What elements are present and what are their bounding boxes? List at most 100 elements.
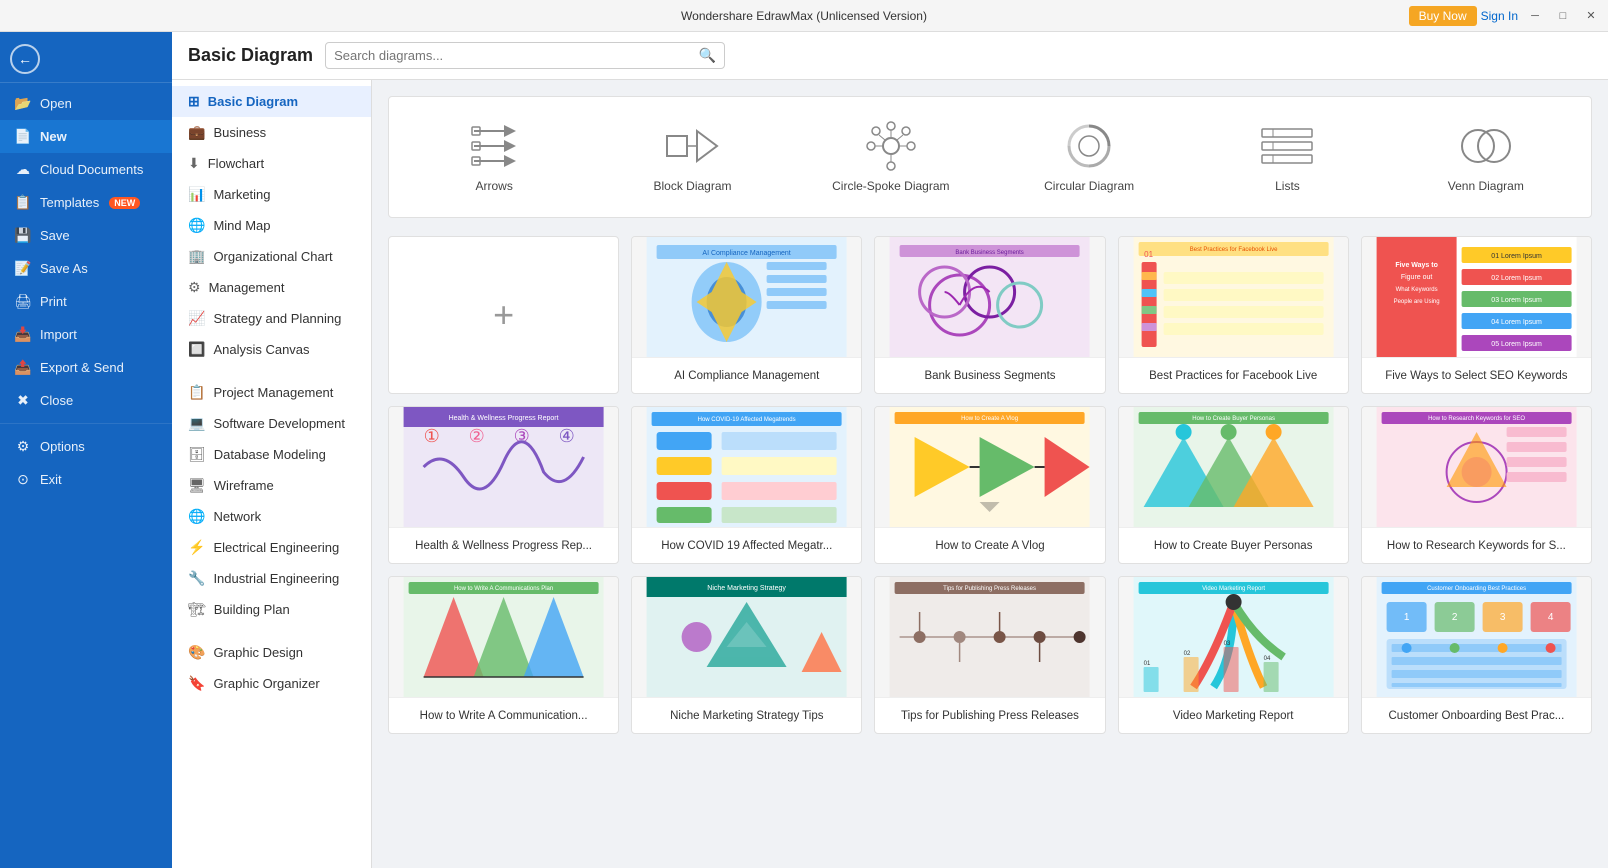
organizer-icon: 🔖 — [188, 675, 205, 692]
icon-card-circular[interactable]: Circular Diagram — [996, 113, 1182, 201]
seo-keywords-label: Five Ways to Select SEO Keywords — [1362, 357, 1591, 393]
add-icon: + — [493, 294, 514, 336]
template-niche-marketing[interactable]: Niche Marketing Strategy Niche Marketing… — [631, 576, 862, 734]
options-icon: ⚙ — [14, 438, 32, 455]
subnav-projectmgmt[interactable]: 📋 Project Management — [172, 377, 371, 408]
subnav-network[interactable]: 🌐 Network — [172, 501, 371, 532]
subnav-analysis[interactable]: 🔲 Analysis Canvas — [172, 334, 371, 365]
communication-plan-preview: How to Write A Communications Plan — [389, 577, 618, 697]
content-area: Basic Diagram 🔍 ⊞ Basic Diagram 💼 Busine… — [172, 32, 1608, 868]
niche-marketing-label: Niche Marketing Strategy Tips — [632, 697, 861, 733]
flowchart-icon: ⬇ — [188, 155, 200, 172]
sidebar-item-new[interactable]: 📄 New — [0, 120, 172, 153]
icon-card-lists[interactable]: Lists — [1194, 113, 1380, 201]
sidebar: ← 📂 Open 📄 New ☁ Cloud Documents 📋 Templ… — [0, 32, 172, 868]
sidebar-item-export[interactable]: 📤 Export & Send — [0, 351, 172, 384]
subnav-strategy[interactable]: 📈 Strategy and Planning — [172, 303, 371, 334]
template-fb-live[interactable]: Best Practices for Facebook Live 01 — [1118, 236, 1349, 394]
icon-card-arrows[interactable]: Arrows — [401, 113, 587, 201]
icon-card-venn[interactable]: Venn Diagram — [1393, 113, 1579, 201]
subnav-industrial[interactable]: 🔧 Industrial Engineering — [172, 563, 371, 594]
close-sidebar-icon: ✖ — [14, 392, 32, 409]
icon-card-block[interactable]: Block Diagram — [599, 113, 785, 201]
subnav-orgchart[interactable]: 🏢 Organizational Chart — [172, 241, 371, 272]
ai-compliance-label: AI Compliance Management — [632, 357, 861, 393]
icon-card-circle-spoke[interactable]: Circle-Spoke Diagram — [798, 113, 984, 201]
svg-text:01: 01 — [1143, 661, 1150, 667]
maximize-button[interactable]: □ — [1550, 3, 1576, 29]
svg-text:How to Write A Communications: How to Write A Communications Plan — [454, 586, 553, 592]
app-title: Wondershare EdrawMax (Unlicensed Version… — [681, 9, 927, 23]
back-button[interactable]: ← — [10, 44, 40, 74]
search-box[interactable]: 🔍 — [325, 42, 725, 69]
svg-text:Tips for Publishing Press Rele: Tips for Publishing Press Releases — [944, 586, 1037, 592]
subnav-business[interactable]: 💼 Business — [172, 117, 371, 148]
sidebar-item-cloud[interactable]: ☁ Cloud Documents — [0, 153, 172, 186]
subnav-building[interactable]: 🏗 Building Plan — [172, 594, 371, 625]
sidebar-item-close[interactable]: ✖ Close — [0, 384, 172, 417]
building-icon: 🏗 — [188, 601, 206, 618]
svg-text:4: 4 — [1548, 612, 1554, 623]
subnav-organizer[interactable]: 🔖 Graphic Organizer — [172, 668, 371, 699]
subnav-mindmap[interactable]: 🌐 Mind Map — [172, 210, 371, 241]
marketing-icon: 📊 — [188, 186, 205, 203]
subnav-flowchart[interactable]: ⬇ Flowchart — [172, 148, 371, 179]
add-template-card[interactable]: + — [388, 236, 619, 394]
lists-preview — [1257, 121, 1317, 171]
template-onboarding[interactable]: Customer Onboarding Best Practices 1 2 3… — [1361, 576, 1592, 734]
sidebar-item-templates[interactable]: 📋 Templates NEW — [0, 186, 172, 219]
covid19-preview: How COVID-19 Affected Megatrends — [632, 407, 861, 527]
icon-cards-row: Arrows Block Diagram — [388, 96, 1592, 218]
research-keywords-label: How to Research Keywords for S... — [1362, 527, 1591, 563]
new-badge: NEW — [109, 197, 140, 209]
buy-now-button[interactable]: Buy Now — [1409, 6, 1477, 26]
subnav-software[interactable]: 💻 Software Development — [172, 408, 371, 439]
block-label: Block Diagram — [653, 179, 731, 193]
sidebar-item-print[interactable]: 🖨 Print — [0, 285, 172, 318]
template-seo-keywords[interactable]: Five Ways to Figure out What Keywords Pe… — [1361, 236, 1592, 394]
template-press-releases[interactable]: Tips for Publishing Press Releases — [874, 576, 1105, 734]
video-report-label: Video Marketing Report — [1119, 697, 1348, 733]
template-research-keywords[interactable]: How to Research Keywords for SEO How to … — [1361, 406, 1592, 564]
orgchart-icon: 🏢 — [188, 248, 205, 265]
close-button[interactable]: ✕ — [1578, 3, 1604, 29]
basic-icon: ⊞ — [188, 93, 200, 110]
subnav-electrical[interactable]: ⚡ Electrical Engineering — [172, 532, 371, 563]
template-video-report[interactable]: Video Marketing Report 01 02 — [1118, 576, 1349, 734]
search-icon: 🔍 — [699, 47, 716, 64]
svg-text:②: ② — [469, 426, 485, 446]
fb-live-label: Best Practices for Facebook Live — [1119, 357, 1348, 393]
svg-text:Niche Marketing Strategy: Niche Marketing Strategy — [707, 585, 786, 592]
svg-text:01 Lorem Ipsum: 01 Lorem Ipsum — [1491, 253, 1542, 260]
template-buyer-personas[interactable]: How to Create Buyer Personas How to Crea… — [1118, 406, 1349, 564]
database-icon: 🗄 — [188, 446, 206, 463]
template-create-vlog[interactable]: How to Create A Vlog How to Create A Vlo… — [874, 406, 1105, 564]
svg-text:03: 03 — [1223, 641, 1230, 647]
sidebar-item-exit[interactable]: ⊙ Exit — [0, 463, 172, 496]
health-wellness-label: Health & Wellness Progress Rep... — [389, 527, 618, 563]
template-health-wellness[interactable]: Health & Wellness Progress Report ① ② ③ … — [388, 406, 619, 564]
minimize-button[interactable]: ─ — [1522, 3, 1548, 29]
sidebar-item-save[interactable]: 💾 Save — [0, 219, 172, 252]
sidebar-item-import[interactable]: 📥 Import — [0, 318, 172, 351]
sidebar-item-options[interactable]: ⚙ Options — [0, 430, 172, 463]
template-covid19[interactable]: How COVID-19 Affected Megatrends — [631, 406, 862, 564]
search-input[interactable] — [334, 48, 699, 63]
template-bank-segments[interactable]: Bank Business Segments Bank Business Seg… — [874, 236, 1105, 394]
sub-nav: ⊞ Basic Diagram 💼 Business ⬇ Flowchart 📊… — [172, 80, 372, 868]
sidebar-item-saveas[interactable]: 📝 Save As — [0, 252, 172, 285]
subnav-marketing[interactable]: 📊 Marketing — [172, 179, 371, 210]
sidebar-item-open[interactable]: 📂 Open — [0, 87, 172, 120]
template-ai-compliance[interactable]: AI Compliance Management AI Compliance M… — [631, 236, 862, 394]
subnav-management[interactable]: ⚙ Management — [172, 272, 371, 303]
subnav-wireframe[interactable]: 🖥 Wireframe — [172, 470, 371, 501]
subnav-graphic[interactable]: 🎨 Graphic Design — [172, 637, 371, 668]
subnav-database[interactable]: 🗄 Database Modeling — [172, 439, 371, 470]
svg-text:People are Using: People are Using — [1393, 299, 1439, 305]
subnav-basic[interactable]: ⊞ Basic Diagram — [172, 86, 371, 117]
action-buttons: Buy Now Sign In — [1409, 6, 1518, 26]
svg-text:④: ④ — [559, 426, 575, 446]
arrows-preview — [464, 121, 524, 171]
template-communication-plan[interactable]: How to Write A Communications Plan How t… — [388, 576, 619, 734]
sign-in-button[interactable]: Sign In — [1481, 9, 1518, 23]
